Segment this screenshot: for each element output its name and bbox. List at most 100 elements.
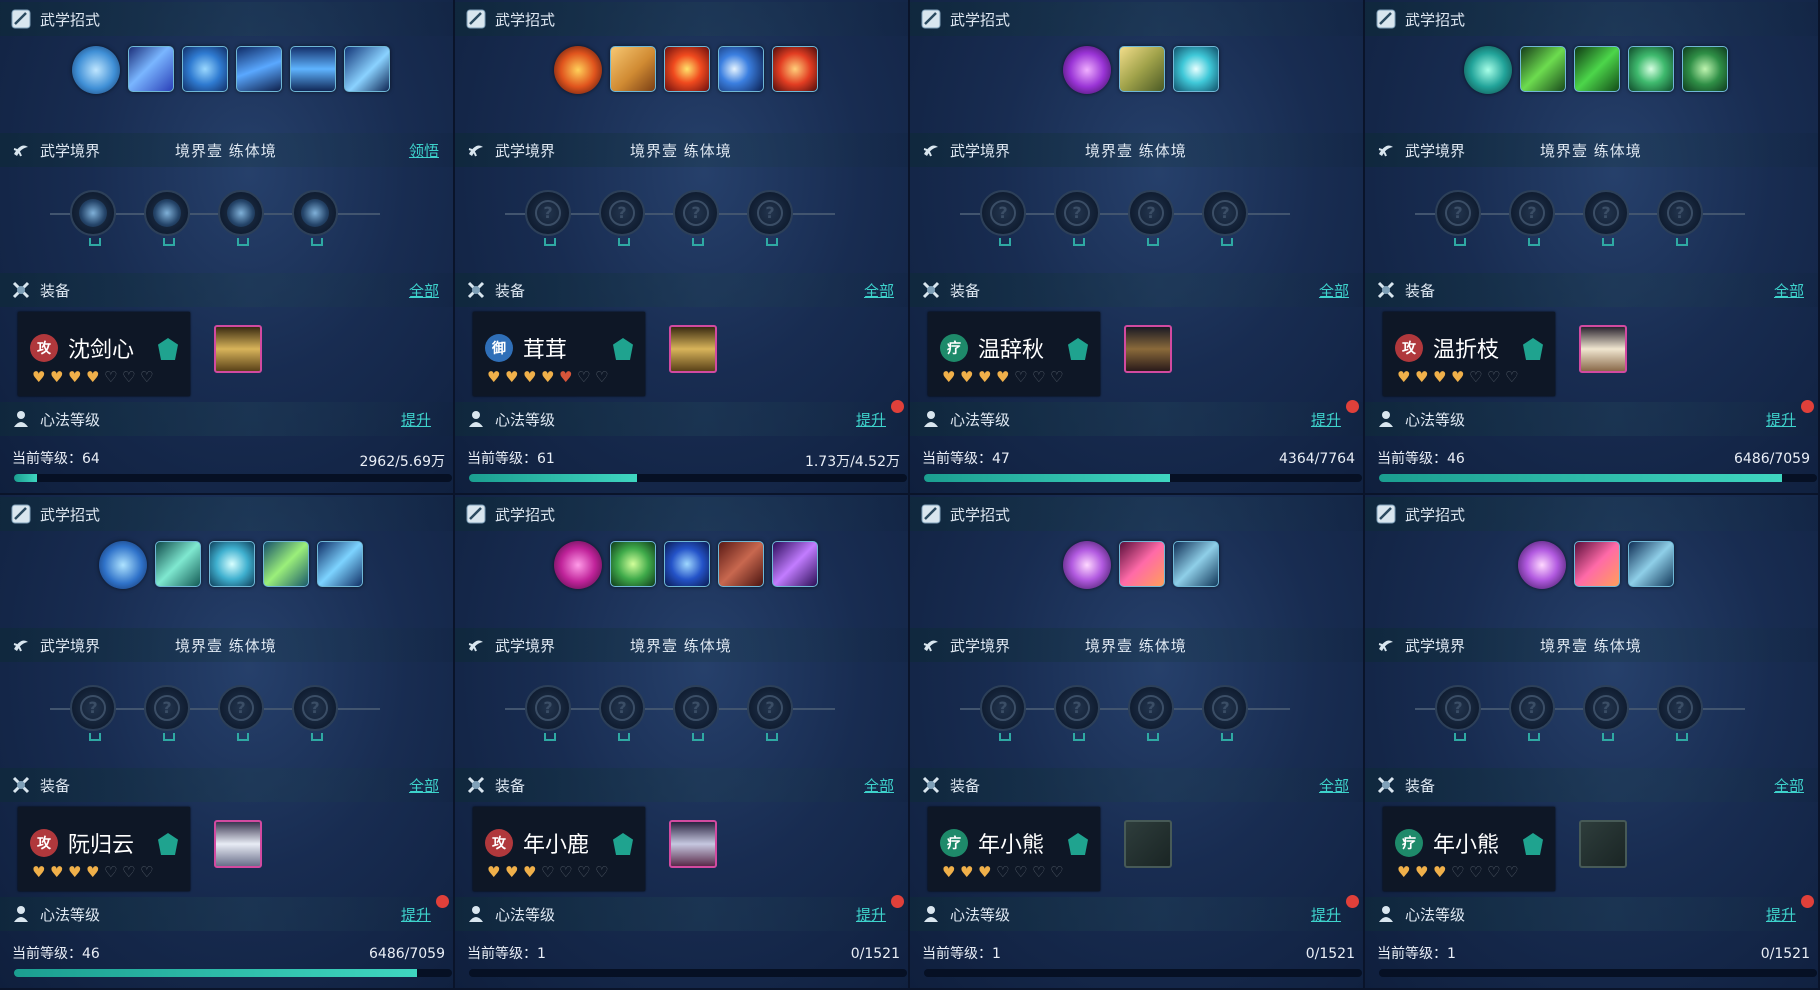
locked-realm-node[interactable]: ?	[980, 685, 1026, 741]
xinfa-upgrade-link[interactable]: 提升	[856, 904, 886, 925]
xinfa-upgrade-link[interactable]: 提升	[401, 409, 431, 430]
fire-burst-icon[interactable]	[663, 46, 710, 92]
locked-realm-node[interactable]: ?	[1202, 685, 1248, 741]
locked-realm-node[interactable]: ?	[673, 190, 719, 246]
locked-realm-node[interactable]: ?	[747, 685, 793, 741]
xinfa-upgrade-link[interactable]: 提升	[1766, 904, 1796, 925]
locked-realm-node[interactable]: ?	[292, 685, 338, 741]
locked-realm-node[interactable]: ?	[1128, 190, 1174, 246]
equip-all-link[interactable]: 全部	[1774, 280, 1804, 301]
hero-card[interactable]: 疗 年小熊 ♥ ♥ ♥ ♡ ♡ ♡ ♡	[1383, 807, 1555, 891]
locked-realm-node[interactable]: ?	[525, 685, 571, 741]
locked-realm-node[interactable]: ?	[599, 685, 645, 741]
equip-all-link[interactable]: 全部	[1319, 775, 1349, 796]
equip-all-link[interactable]: 全部	[409, 280, 439, 301]
pink-beast-icon[interactable]	[1118, 541, 1165, 587]
teal-wave-icon[interactable]	[154, 541, 201, 587]
dark-armor-icon[interactable]	[1124, 325, 1172, 373]
equip-all-link[interactable]: 全部	[1319, 280, 1349, 301]
realm-node[interactable]	[292, 190, 338, 246]
locked-realm-node[interactable]: ?	[1583, 190, 1629, 246]
locked-realm-node[interactable]: ?	[218, 685, 264, 741]
blue-splash-icon[interactable]	[316, 541, 363, 587]
locked-realm-node[interactable]: ?	[1583, 685, 1629, 741]
equip-all-link[interactable]: 全部	[1774, 775, 1804, 796]
blue-wing-icon[interactable]	[98, 541, 147, 589]
hero-card[interactable]: 攻 温折枝 ♥ ♥ ♥ ♥ ♡ ♡ ♡	[1383, 312, 1555, 396]
golden-hand-icon[interactable]	[1118, 46, 1165, 92]
locked-realm-node[interactable]: ?	[1435, 685, 1481, 741]
blue-strike-icon[interactable]	[343, 46, 390, 92]
realm-node[interactable]	[144, 190, 190, 246]
gold-armor-icon[interactable]	[214, 325, 262, 373]
purple-figure-icon[interactable]	[1062, 46, 1111, 94]
locked-realm-node[interactable]: ?	[1054, 685, 1100, 741]
empty-slot-icon[interactable]	[1579, 820, 1627, 868]
green-ring-icon[interactable]	[1627, 46, 1674, 92]
realm-node[interactable]	[218, 190, 264, 246]
green-star-icon[interactable]	[262, 541, 309, 587]
red-scales-icon[interactable]	[717, 541, 764, 587]
magenta-rune-icon[interactable]	[553, 541, 602, 589]
purple-cone-icon[interactable]	[1062, 541, 1111, 589]
locked-realm-node[interactable]: ?	[747, 190, 793, 246]
locked-realm-node[interactable]: ?	[70, 685, 116, 741]
locked-realm-node[interactable]: ?	[1202, 190, 1248, 246]
locked-realm-node[interactable]: ?	[144, 685, 190, 741]
hero-card[interactable]: 攻 阮归云 ♥ ♥ ♥ ♥ ♡ ♡ ♡	[18, 807, 190, 891]
fire-swirl-icon[interactable]	[771, 46, 818, 92]
empty-slot-icon[interactable]	[1124, 820, 1172, 868]
blue-swirl-icon[interactable]	[663, 541, 710, 587]
equip-all-link[interactable]: 全部	[864, 280, 894, 301]
locked-realm-node[interactable]: ?	[1128, 685, 1174, 741]
silver-armor-icon[interactable]	[669, 820, 717, 868]
hero-card[interactable]: 攻 年小鹿 ♥ ♥ ♥ ♡ ♡ ♡ ♡	[473, 807, 645, 891]
green-claw-icon[interactable]	[1519, 46, 1566, 92]
locked-realm-node[interactable]: ?	[1657, 685, 1703, 741]
blue-shark-icon[interactable]	[1627, 541, 1674, 587]
locked-realm-node[interactable]: ?	[1509, 190, 1555, 246]
locked-realm-node[interactable]: ?	[1054, 190, 1100, 246]
cyan-ring-icon[interactable]	[1172, 46, 1219, 92]
green-burst-icon[interactable]	[609, 541, 656, 587]
xinfa-upgrade-link[interactable]: 提升	[1311, 904, 1341, 925]
purple-cone-icon[interactable]	[1517, 541, 1566, 589]
locked-realm-node[interactable]: ?	[525, 190, 571, 246]
pink-beast-icon[interactable]	[1573, 541, 1620, 587]
golden-face-icon[interactable]	[609, 46, 656, 92]
green-yinyang-icon[interactable]	[1681, 46, 1728, 92]
xinfa-upgrade-link[interactable]: 提升	[856, 409, 886, 430]
blue-slash-icon[interactable]	[127, 46, 174, 92]
hero-card[interactable]: 御 茸茸 ♥ ♥ ♥ ♥ ♥ ♡ ♡	[473, 312, 645, 396]
white-robe-icon[interactable]	[214, 820, 262, 868]
teal-spiral-icon[interactable]	[208, 541, 255, 587]
green-slash-icon[interactable]	[1573, 46, 1620, 92]
locked-realm-node[interactable]: ?	[673, 685, 719, 741]
wave-orb-icon[interactable]	[71, 46, 120, 94]
hero-card[interactable]: 攻 沈剑心 ♥ ♥ ♥ ♥ ♡ ♡ ♡	[18, 312, 190, 396]
locked-realm-node[interactable]: ?	[1657, 190, 1703, 246]
green-figure-icon[interactable]	[1463, 46, 1512, 94]
equip-all-link[interactable]: 全部	[864, 775, 894, 796]
blue-moon-icon[interactable]	[717, 46, 764, 92]
xinfa-upgrade-link[interactable]: 提升	[401, 904, 431, 925]
realm-comprehend-link[interactable]: 领悟	[409, 140, 439, 161]
hero-card[interactable]: 疗 年小熊 ♥ ♥ ♥ ♡ ♡ ♡ ♡	[928, 807, 1100, 891]
locked-realm-node[interactable]: ?	[599, 190, 645, 246]
hero-card[interactable]: 疗 温辞秋 ♥ ♥ ♥ ♥ ♡ ♡ ♡	[928, 312, 1100, 396]
fire-figure-icon[interactable]	[553, 46, 602, 94]
locked-realm-node[interactable]: ?	[1435, 190, 1481, 246]
blue-vortex-icon[interactable]	[181, 46, 228, 92]
purple-ghost-icon[interactable]	[771, 541, 818, 587]
white-armor-icon[interactable]	[1579, 325, 1627, 373]
blue-claw-icon[interactable]	[235, 46, 282, 92]
locked-realm-node[interactable]: ?	[980, 190, 1026, 246]
xinfa-upgrade-link[interactable]: 提升	[1311, 409, 1341, 430]
blue-figure-icon[interactable]	[289, 46, 336, 92]
realm-node[interactable]	[70, 190, 116, 246]
locked-realm-node[interactable]: ?	[1509, 685, 1555, 741]
gold-armor-icon[interactable]	[669, 325, 717, 373]
xinfa-upgrade-link[interactable]: 提升	[1766, 409, 1796, 430]
blue-shark-icon[interactable]	[1172, 541, 1219, 587]
equip-all-link[interactable]: 全部	[409, 775, 439, 796]
